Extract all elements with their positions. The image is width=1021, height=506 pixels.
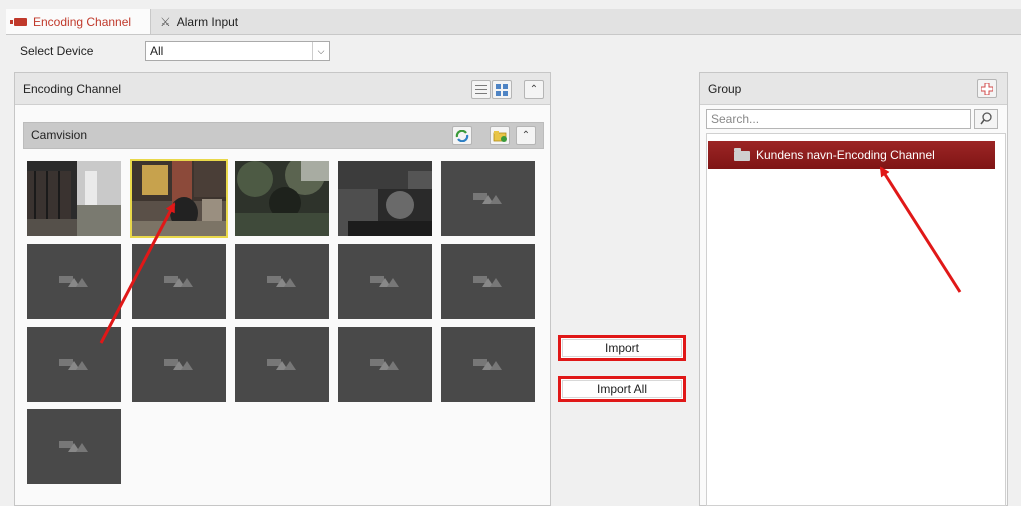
refresh-icon: [455, 129, 469, 142]
add-to-group-button[interactable]: [490, 126, 510, 145]
import-button[interactable]: Import: [558, 335, 686, 361]
channel-thumbnail-5[interactable]: [441, 161, 535, 236]
channel-thumbnail-13[interactable]: [235, 327, 329, 402]
no-signal-icon: [59, 357, 89, 371]
camera-snapshot: [132, 161, 226, 236]
add-group-button[interactable]: [977, 79, 997, 98]
no-signal-icon: [473, 191, 503, 205]
no-signal-icon: [267, 274, 297, 288]
no-signal-icon: [59, 439, 89, 453]
select-device-dropdown[interactable]: All ⌵: [145, 41, 330, 61]
no-signal-icon: [59, 274, 89, 288]
camera-snapshot: [235, 161, 329, 236]
no-signal-icon: [473, 274, 503, 288]
collapse-panel-button[interactable]: ⌃: [524, 80, 544, 99]
list-view-button[interactable]: [471, 80, 491, 99]
folder-add-icon: [493, 130, 507, 142]
refresh-button[interactable]: [452, 126, 472, 145]
group-search-input[interactable]: [706, 109, 971, 129]
encoding-channel-panel-header: Encoding Channel: [15, 73, 550, 105]
no-signal-icon: [164, 274, 194, 288]
import-all-button-label: Import All: [562, 380, 682, 398]
tab-alarm-input-label: Alarm Input: [176, 14, 239, 29]
group-tree: [706, 133, 1006, 506]
no-signal-icon: [267, 357, 297, 371]
import-all-button[interactable]: Import All: [558, 376, 686, 402]
no-signal-icon: [370, 274, 400, 288]
select-device-value: All: [150, 44, 164, 58]
channel-thumbnail-14[interactable]: [338, 327, 432, 402]
collapse-up-icon: ⌃: [521, 130, 531, 141]
channel-thumbnail-7[interactable]: [132, 244, 226, 319]
no-signal-icon: [164, 357, 194, 371]
encoding-channel-panel-title: Encoding Channel: [23, 82, 122, 96]
alarm-input-icon: ⚔: [160, 14, 171, 29]
channel-thumbnail-6[interactable]: [27, 244, 121, 319]
collapse-up-icon: ⌃: [529, 84, 539, 95]
folder-icon: [734, 148, 750, 161]
channel-thumbnail-11[interactable]: [27, 327, 121, 402]
camera-snapshot: [27, 161, 121, 236]
channel-thumbnail-9[interactable]: [338, 244, 432, 319]
channel-thumbnail-12[interactable]: [132, 327, 226, 402]
search-icon: [980, 112, 992, 125]
camera-icon: [10, 17, 27, 26]
tab-encoding-channel-label: Encoding Channel: [33, 14, 132, 29]
no-signal-icon: [370, 357, 400, 371]
search-button[interactable]: [974, 109, 998, 129]
tab-alarm-input[interactable]: ⚔ Alarm Input: [152, 9, 267, 34]
channel-thumbnail-16[interactable]: [27, 409, 121, 484]
device-group-title: Camvision: [31, 128, 88, 142]
channel-thumbnail-8[interactable]: [235, 244, 329, 319]
channel-thumbnail-15[interactable]: [441, 327, 535, 402]
no-signal-icon: [473, 357, 503, 371]
chevron-down-icon[interactable]: ⌵: [312, 42, 329, 60]
group-panel-header: Group: [700, 73, 1007, 105]
thumbnail-view-button[interactable]: [492, 80, 512, 99]
channel-thumbnail-4[interactable]: [338, 161, 432, 236]
tab-encoding-channel[interactable]: Encoding Channel: [6, 9, 151, 34]
channel-thumbnail-10[interactable]: [441, 244, 535, 319]
group-tree-item[interactable]: Kundens navn-Encoding Channel: [708, 141, 995, 169]
select-device-label: Select Device: [20, 44, 94, 58]
camera-snapshot: [338, 161, 432, 236]
plus-icon: [981, 82, 993, 95]
import-button-label: Import: [562, 339, 682, 357]
channel-thumbnail-1[interactable]: [27, 161, 121, 236]
group-panel-title: Group: [708, 82, 742, 96]
list-view-icon: [475, 84, 487, 95]
channel-thumbnail-2[interactable]: [130, 159, 228, 238]
channel-thumbnail-3[interactable]: [235, 161, 329, 236]
group-tree-item-label: Kundens navn-Encoding Channel: [756, 148, 935, 162]
collapse-group-button[interactable]: ⌃: [516, 126, 536, 145]
thumbnail-view-icon: [496, 83, 508, 96]
